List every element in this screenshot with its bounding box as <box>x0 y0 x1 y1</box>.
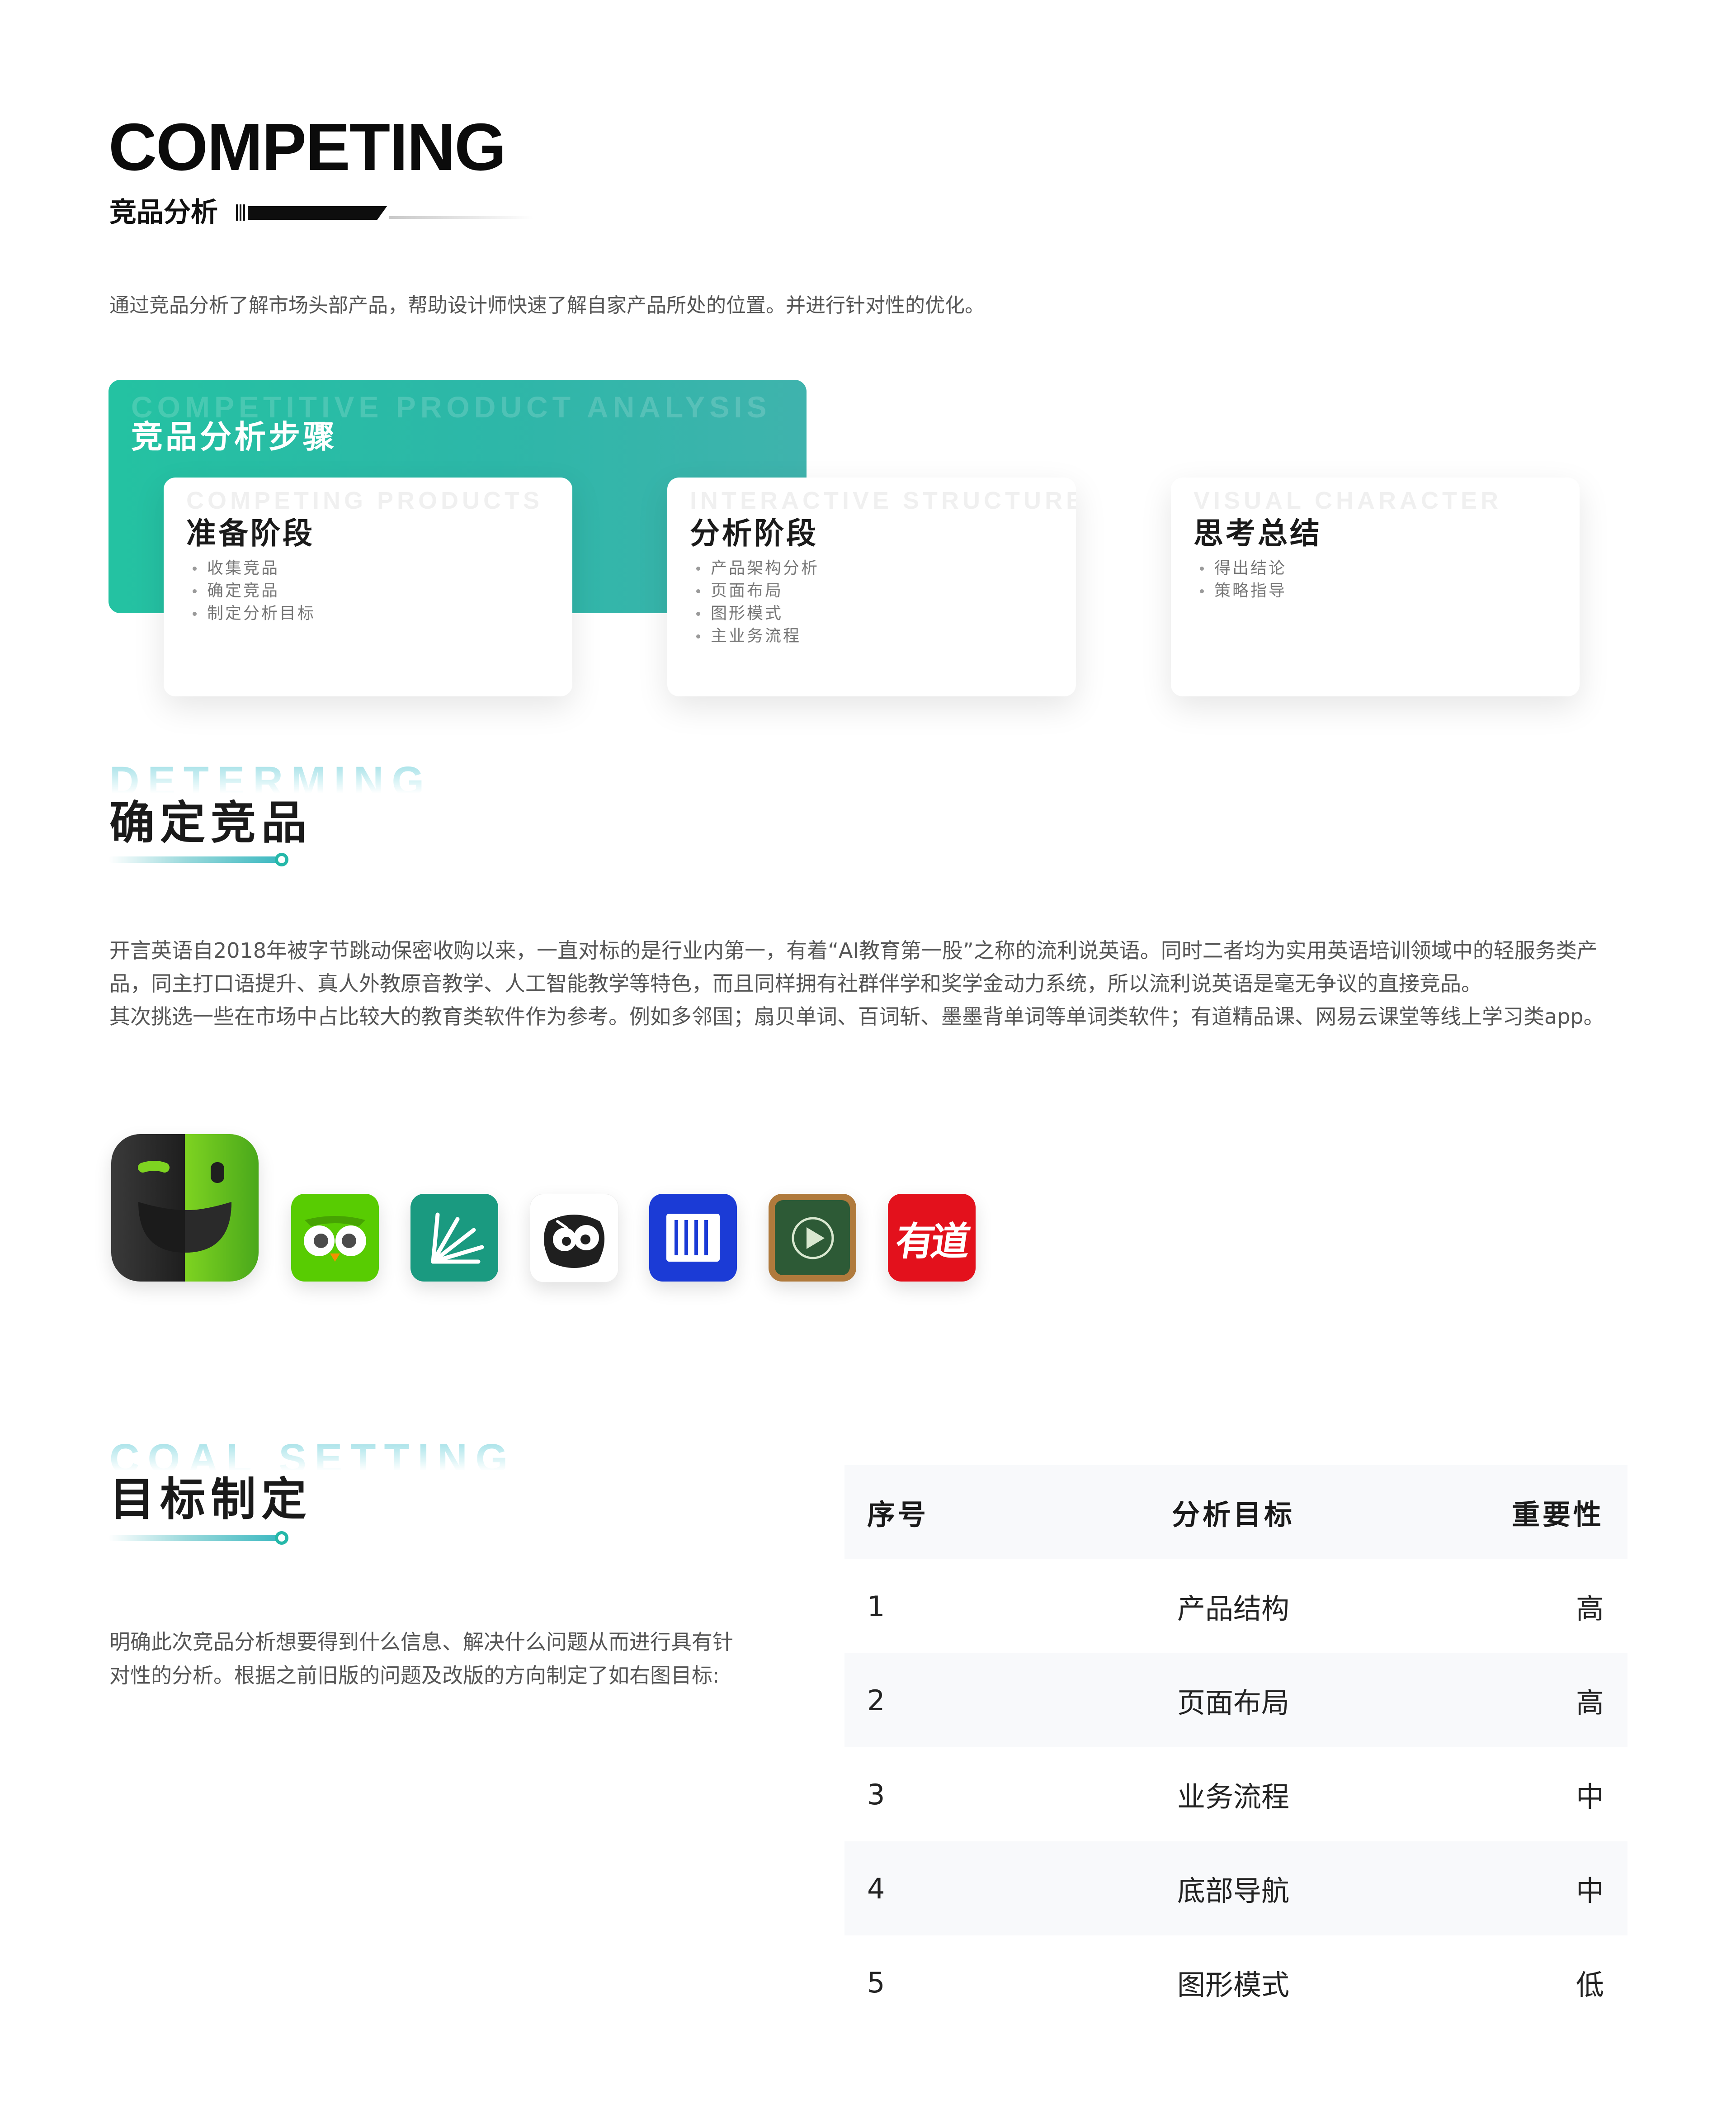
row-goal: 业务流程 <box>1177 1780 1289 1813</box>
youdao-logo-text: 有道 <box>892 1219 970 1264</box>
goals-underline-dot <box>275 1531 288 1545</box>
intro-text: 通过竞品分析了解市场头部产品，帮助设计师快速了解自家产品所处的位置。并进行针对性… <box>109 294 985 317</box>
row-index: 3 <box>867 1778 885 1811</box>
determining-title: 确定竞品 <box>109 796 312 849</box>
card-stack-icon <box>666 1214 720 1262</box>
determining-paragraph: 开言英语自2018年被字节跳动保密收购以来，一直对标的是行业内第一，有着“AI教… <box>109 934 1637 1033</box>
shell-rays-icon <box>431 1212 484 1264</box>
goals-table: 序号 分析目标 重要性 1 产品结构 高 2 页面布局 高 3 业务流程 中 4… <box>844 1465 1628 2029</box>
paragraph: 其次挑选一些在市场中占比较大的教育类软件作为参考。例如多邻国；扇贝单词、百词斩、… <box>109 1004 1604 1029</box>
row-goal: 产品结构 <box>1177 1592 1289 1625</box>
baicizhan-app-icon <box>530 1194 618 1282</box>
title-ticks-decoration <box>236 204 245 221</box>
row-goal: 图形模式 <box>1177 1968 1289 2001</box>
card-title: 思考总结 <box>1194 516 1322 551</box>
list-item: 图形模式 <box>695 602 819 625</box>
card-list: 得出结论 策略指导 <box>1199 557 1287 602</box>
page-title: COMPETING <box>108 110 506 184</box>
list-item: 策略指导 <box>1199 580 1287 602</box>
card-title: 分析阶段 <box>690 516 818 551</box>
step-card-summary: VISUAL CHARACTER 思考总结 得出结论 策略指导 <box>1171 478 1580 696</box>
list-item: 得出结论 <box>1199 557 1287 580</box>
table-row: 1 产品结构 高 <box>844 1559 1628 1653</box>
duolingo-app-icon <box>291 1194 379 1282</box>
blackboard-play-icon <box>775 1200 850 1275</box>
paragraph: 开言英语自2018年被字节跳动保密收购以来，一直对标的是行业内第一，有着“AI教… <box>109 938 1598 996</box>
header-goal: 分析目标 <box>1171 1498 1295 1531</box>
determining-underline <box>108 856 280 863</box>
shanbay-app-icon <box>410 1194 498 1282</box>
row-importance: 中 <box>1576 1874 1604 1907</box>
cartoon-face-icon <box>543 1215 605 1268</box>
table-row: 5 图形模式 低 <box>844 1935 1628 2029</box>
list-item: 主业务流程 <box>695 625 819 648</box>
row-importance: 中 <box>1576 1780 1604 1813</box>
owl-icon <box>304 1216 366 1262</box>
card-list: 收集竞品 确定竞品 制定分析目标 <box>192 557 316 625</box>
header-importance: 重要性 <box>1511 1498 1604 1531</box>
youdao-app-icon: 有道 <box>888 1194 976 1282</box>
table-row: 2 页面布局 高 <box>844 1653 1628 1747</box>
goals-underline <box>108 1535 280 1541</box>
title-accent-bar <box>248 206 387 220</box>
page-subtitle: 竞品分析 <box>109 197 218 228</box>
netease-classroom-app-icon <box>769 1194 856 1282</box>
step-card-prepare: COMPETING PRODUCTS 准备阶段 收集竞品 确定竞品 制定分析目标 <box>164 478 572 696</box>
goals-title: 目标制定 <box>109 1473 312 1526</box>
goals-description: 明确此次竞品分析想要得到什么信息、解决什么问题从而进行具有针对性的分析。根据之前… <box>109 1630 733 1688</box>
row-goal: 页面布局 <box>1177 1686 1289 1719</box>
kaiyan-face-icon <box>138 1161 231 1253</box>
row-importance: 低 <box>1576 1968 1604 2001</box>
kaiyan-app-icon <box>111 1134 259 1282</box>
table-header-row: 序号 分析目标 重要性 <box>844 1465 1628 1559</box>
table-row: 4 底部导航 中 <box>844 1841 1628 1935</box>
determining-underline-dot <box>275 853 288 866</box>
row-index: 2 <box>867 1684 885 1717</box>
list-item: 收集竞品 <box>192 557 316 580</box>
row-importance: 高 <box>1576 1592 1604 1625</box>
row-index: 1 <box>867 1589 885 1623</box>
list-item: 页面布局 <box>695 580 819 602</box>
list-item: 制定分析目标 <box>192 602 316 625</box>
card-title: 准备阶段 <box>186 516 315 551</box>
card-list: 产品架构分析 页面布局 图形模式 主业务流程 <box>695 557 819 648</box>
row-goal: 底部导航 <box>1177 1874 1289 1907</box>
row-index: 4 <box>867 1872 885 1905</box>
row-index: 5 <box>867 1966 885 1999</box>
title-fade-line <box>389 216 533 219</box>
steps-heading: 竞品分析步骤 <box>131 418 337 455</box>
table-row: 3 业务流程 中 <box>844 1747 1628 1841</box>
list-item: 产品架构分析 <box>695 557 819 580</box>
list-item: 确定竞品 <box>192 580 316 602</box>
row-importance: 高 <box>1576 1686 1604 1719</box>
momo-app-icon <box>649 1194 737 1282</box>
header-index: 序号 <box>867 1498 929 1531</box>
step-card-analysis: INTERACTIVE STRUCTURE 分析阶段 产品架构分析 页面布局 图… <box>667 478 1076 696</box>
